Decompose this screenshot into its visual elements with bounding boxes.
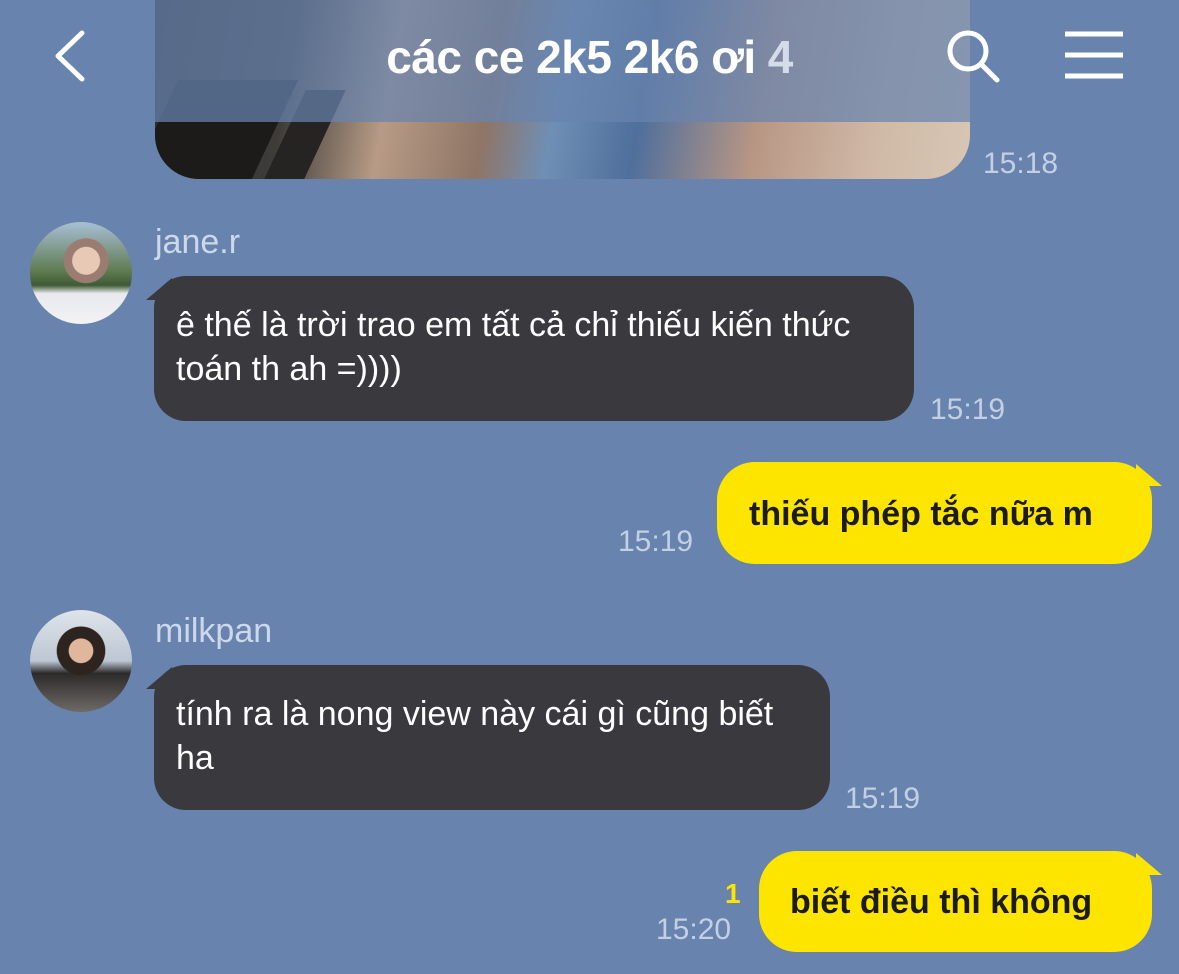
unread-count: 1	[725, 878, 741, 909]
chat-header: các ce 2k5 2k6 ơi 4	[0, 0, 1179, 122]
message-time: 15:19	[618, 525, 694, 558]
message-bubble[interactable]: ê thế là trời trao em tất cả chỉ thiếu k…	[154, 276, 914, 421]
search-icon[interactable]	[945, 28, 1001, 84]
message-bubble[interactable]: biết điều thì không	[759, 851, 1152, 952]
avatar[interactable]	[30, 222, 132, 324]
chat-title: các ce 2k5 2k6 ơi 4	[0, 30, 1179, 84]
message-time: 15:20	[656, 913, 732, 946]
sender-name: milkpan	[155, 612, 273, 650]
sender-name: jane.r	[155, 223, 241, 261]
member-count: 4	[767, 31, 794, 83]
menu-icon[interactable]	[1063, 30, 1125, 80]
message-time: 15:19	[845, 782, 921, 815]
avatar[interactable]	[30, 610, 132, 712]
chat-title-text: các ce 2k5 2k6 ơi	[386, 31, 756, 83]
message-time: 15:19	[930, 393, 1006, 426]
message-bubble[interactable]: thiếu phép tắc nữa m	[717, 462, 1152, 564]
message-time: 15:18	[983, 147, 1059, 180]
message-bubble[interactable]: tính ra là nong view này cái gì cũng biế…	[154, 665, 830, 810]
